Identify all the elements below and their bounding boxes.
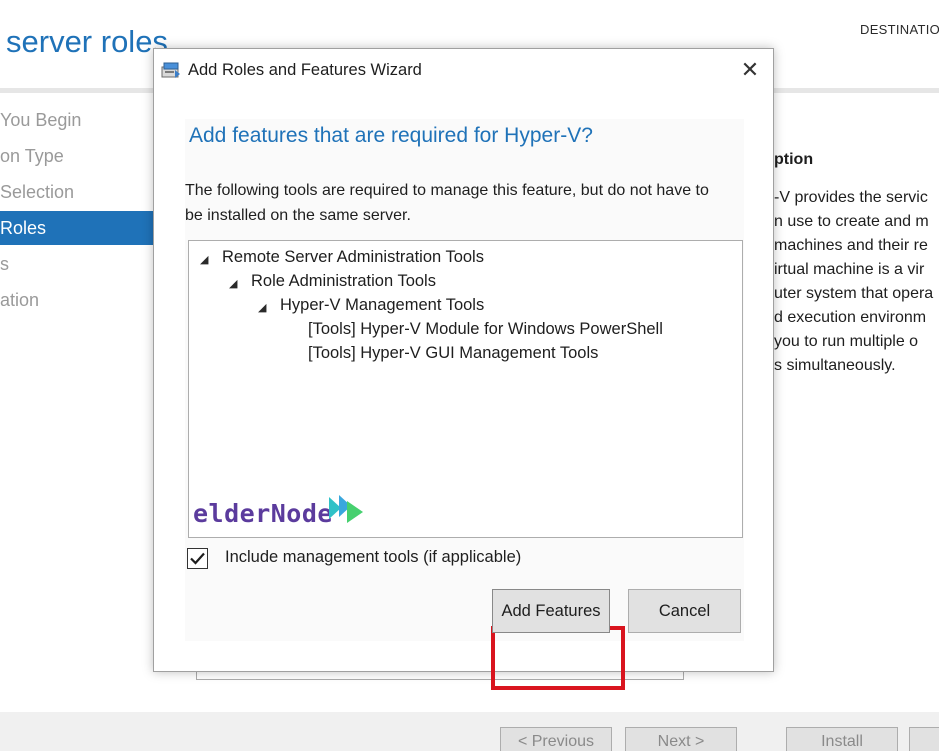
description-line: irtual machine is a vir bbox=[774, 261, 925, 278]
expand-arrow-icon[interactable]: ◢ bbox=[258, 301, 266, 314]
nav-item-features[interactable]: s bbox=[0, 254, 9, 275]
description-line: you to run multiple o bbox=[774, 333, 919, 350]
nav-item-confirmation[interactable]: ation bbox=[0, 290, 39, 311]
dialog-title: Add Roles and Features Wizard bbox=[188, 61, 422, 79]
include-management-tools-label[interactable]: Include management tools (if applicable) bbox=[225, 548, 521, 567]
add-features-dialog: Add Roles and Features Wizard ✕ Add feat… bbox=[153, 48, 774, 690]
close-icon[interactable]: ✕ bbox=[732, 55, 768, 85]
cancel-wizard-button[interactable] bbox=[909, 727, 939, 751]
page-title: server roles bbox=[6, 24, 168, 59]
previous-button[interactable]: < Previous bbox=[500, 727, 612, 751]
description-line: s simultaneously. bbox=[774, 357, 896, 374]
tree-item-remote-server-admin-tools[interactable]: Remote Server Administration Tools bbox=[222, 248, 484, 267]
nav-item-server-roles[interactable]: Roles bbox=[0, 211, 154, 245]
description-line: d execution environm bbox=[774, 309, 927, 326]
tree-item-role-admin-tools[interactable]: Role Administration Tools bbox=[251, 272, 436, 291]
dialog-description: The following tools are required to mana… bbox=[185, 182, 709, 224]
add-features-button[interactable]: Add Features bbox=[492, 589, 610, 633]
nav-item-installation-type[interactable]: on Type bbox=[0, 146, 64, 167]
server-manager-icon bbox=[161, 61, 181, 79]
features-tree[interactable]: ◢ Remote Server Administration Tools ◢ R… bbox=[188, 240, 743, 538]
description-line: n use to create and m bbox=[774, 213, 929, 230]
description-heading: ption bbox=[774, 151, 814, 168]
destination-server-label: DESTINATIO bbox=[860, 22, 939, 37]
dialog-body: Add features that are required for Hyper… bbox=[185, 119, 744, 690]
eldernode-watermark-logo: elderNode bbox=[193, 495, 363, 528]
tree-item-hyperv-powershell-module[interactable]: [Tools] Hyper-V Module for Windows Power… bbox=[308, 320, 663, 339]
tree-item-hyperv-management-tools[interactable]: Hyper-V Management Tools bbox=[280, 296, 484, 315]
description-line: machines and their re bbox=[774, 237, 928, 254]
tree-item-hyperv-gui-tools[interactable]: [Tools] Hyper-V GUI Management Tools bbox=[308, 344, 598, 363]
include-management-tools-checkbox[interactable] bbox=[187, 548, 208, 569]
cancel-button[interactable]: Cancel bbox=[628, 589, 741, 633]
dialog-titlebar[interactable]: Add Roles and Features Wizard ✕ bbox=[154, 49, 773, 93]
description-line: uter system that opera bbox=[774, 285, 934, 302]
nav-item-before-you-begin[interactable]: You Begin bbox=[0, 110, 81, 131]
description-line: -V provides the servic bbox=[774, 189, 928, 206]
nav-item-server-selection[interactable]: Selection bbox=[0, 182, 74, 203]
install-button[interactable]: Install bbox=[786, 727, 898, 751]
next-button[interactable]: Next > bbox=[625, 727, 737, 751]
highlight-box bbox=[491, 626, 625, 690]
expand-arrow-icon[interactable]: ◢ bbox=[200, 253, 208, 266]
dialog-heading: Add features that are required for Hyper… bbox=[189, 124, 593, 147]
expand-arrow-icon[interactable]: ◢ bbox=[229, 277, 237, 290]
